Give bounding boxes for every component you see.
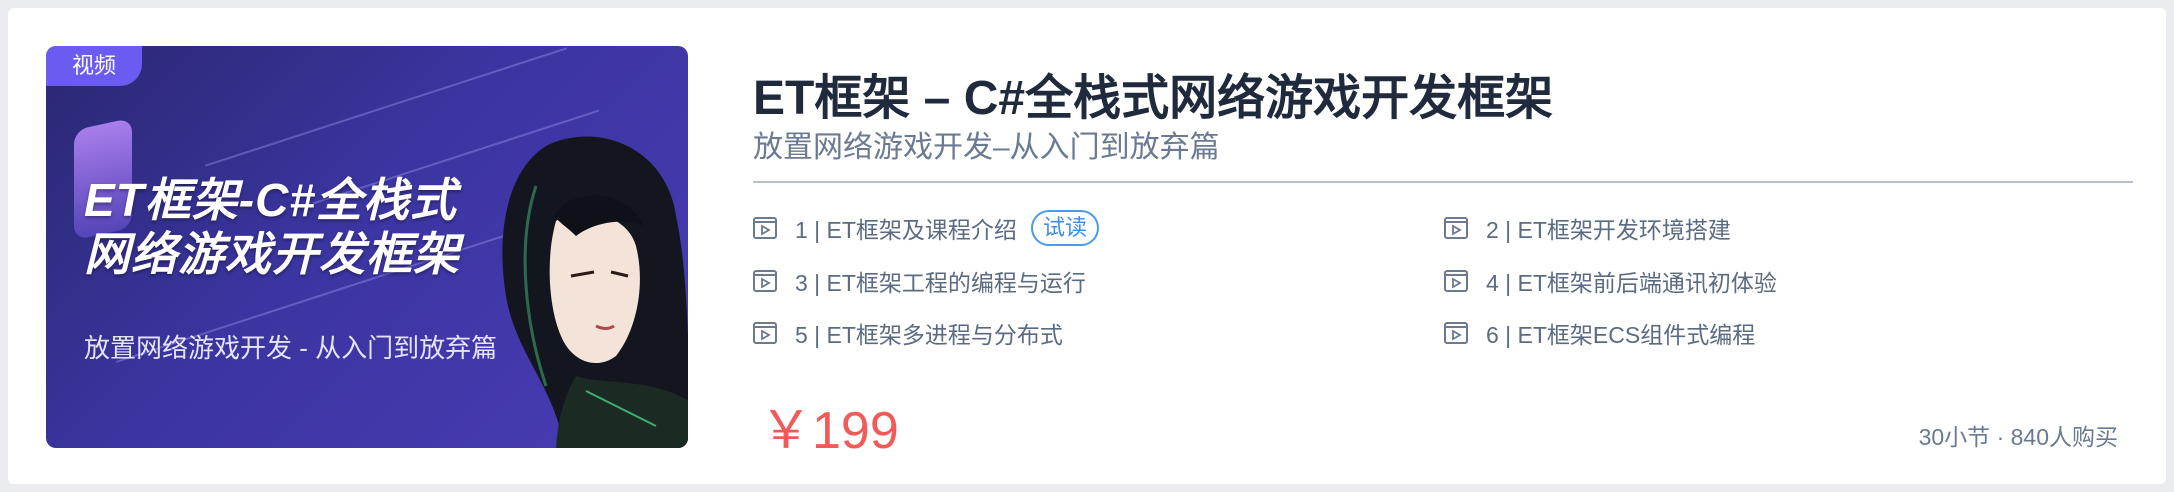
- lesson-label: 6 | ET框架ECS组件式编程: [1486, 322, 1756, 348]
- lesson-label: 5 | ET框架多进程与分布式: [795, 322, 1063, 348]
- video-play-icon: [753, 270, 777, 292]
- lesson-label: 4 | ET框架前后端通讯初体验: [1486, 270, 1777, 296]
- lesson-label: 1 | ET框架及课程介绍: [795, 217, 1017, 243]
- course-meta: 30小节 · 840人购买: [1918, 424, 2118, 450]
- course-card[interactable]: 视频 ET框架-C#全栈式 网络游戏开发框架 放置网络游戏开发 - 从入门到放弃…: [8, 8, 2166, 484]
- lesson-item[interactable]: 3 | ET框架工程的编程与运行: [753, 262, 1086, 300]
- course-title[interactable]: ET框架 – C#全栈式网络游戏开发框架: [753, 58, 1553, 128]
- lesson-label: 3 | ET框架工程的编程与运行: [795, 270, 1086, 296]
- video-play-icon: [1444, 217, 1468, 239]
- course-subtitle: 放置网络游戏开发–从入门到放弃篇: [753, 131, 1220, 164]
- cover-title-line2: 网络游戏开发框架: [84, 228, 460, 280]
- lesson-item[interactable]: 2 | ET框架开发环境搭建: [1444, 209, 1731, 247]
- cover-subtitle: 放置网络游戏开发 - 从入门到放弃篇: [84, 333, 498, 363]
- trial-badge[interactable]: 试读: [1030, 210, 1099, 246]
- video-play-icon: [753, 322, 777, 344]
- video-play-icon: [1444, 322, 1468, 344]
- divider: [753, 181, 2133, 183]
- course-cover-image[interactable]: 视频 ET框架-C#全栈式 网络游戏开发框架 放置网络游戏开发 - 从入门到放弃…: [46, 46, 688, 448]
- lesson-label: 2 | ET框架开发环境搭建: [1486, 217, 1731, 243]
- video-play-icon: [1444, 270, 1468, 292]
- video-play-icon: [753, 217, 777, 239]
- lesson-item[interactable]: 4 | ET框架前后端通讯初体验: [1444, 262, 1777, 300]
- lesson-item[interactable]: 5 | ET框架多进程与分布式: [753, 314, 1063, 352]
- video-badge: 视频: [46, 46, 142, 86]
- lesson-item[interactable]: 6 | ET框架ECS组件式编程: [1444, 314, 1755, 352]
- course-price: ￥199: [760, 402, 899, 460]
- lesson-item[interactable]: 1 | ET框架及课程介绍 试读: [753, 209, 1099, 247]
- cover-character-illustration: [502, 136, 688, 448]
